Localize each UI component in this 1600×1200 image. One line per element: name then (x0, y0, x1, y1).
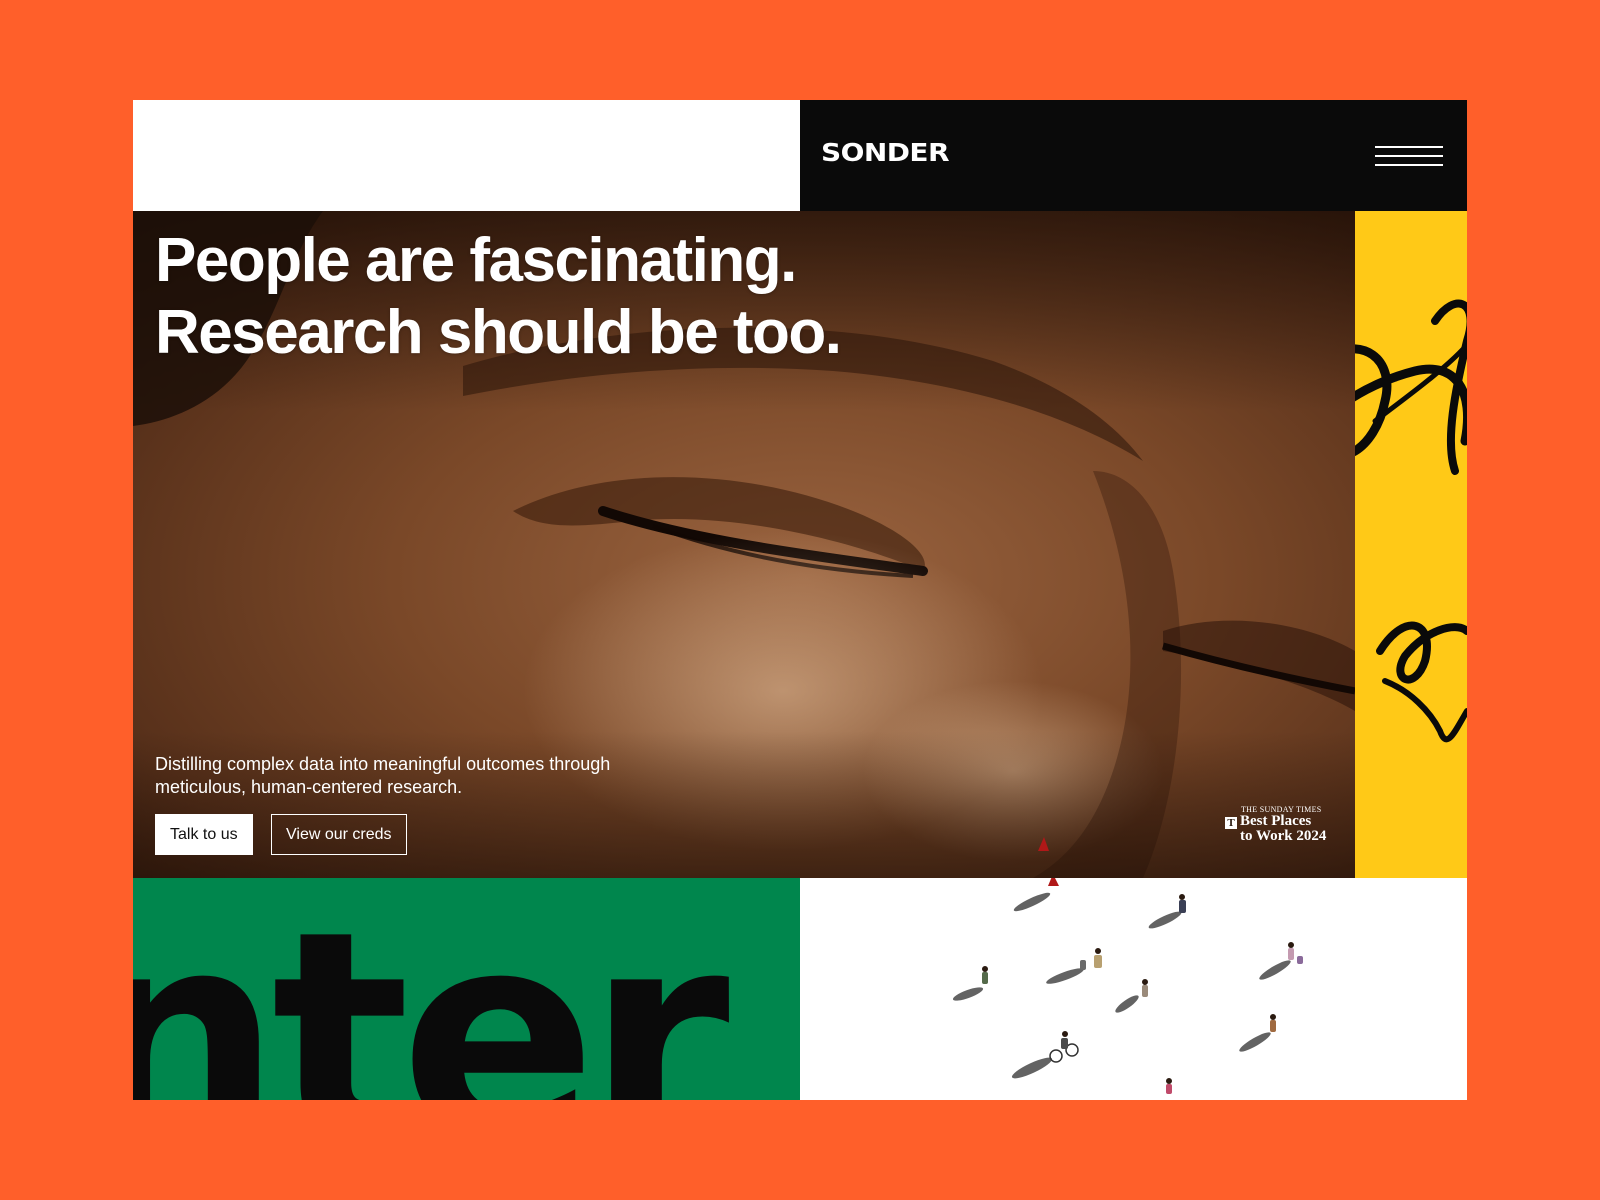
site-header: SONDER (800, 100, 1467, 211)
page-frame: SONDER People are fascinating. Research … (133, 100, 1467, 1100)
walking-people-graphic (952, 878, 1303, 1094)
sonder-logo[interactable]: SONDER (821, 138, 950, 167)
headline-line-2: Research should be too. (155, 298, 842, 367)
hero-headline: People are fascinating. Research should … (155, 225, 842, 369)
hero-subcopy: Distilling complex data into meaningful … (155, 754, 611, 797)
badge-row: T Best Places (1225, 814, 1326, 829)
times-t-icon: T (1225, 817, 1237, 829)
hamburger-menu-icon[interactable] (1375, 144, 1443, 168)
view-our-creds-button[interactable]: View our creds (271, 814, 407, 855)
menu-line (1375, 164, 1443, 166)
menu-line (1375, 155, 1443, 157)
people-aerial-illustration (800, 878, 1467, 1100)
badge-line-2: to Work 2024 (1240, 828, 1327, 844)
green-word-panel: nter (133, 878, 800, 1100)
best-places-to-work-badge: THE SUNDAY TIMES T Best Places to Work 2… (1225, 805, 1326, 844)
header-white-block (133, 100, 800, 211)
handwritten-script-graphic (1355, 299, 1467, 743)
badge-line-1: Best Places (1240, 813, 1312, 829)
large-word-graphic: nter (133, 878, 730, 1101)
yellow-script-panel (1355, 211, 1467, 878)
headline-line-1: People are fascinating. (155, 226, 797, 295)
menu-line (1375, 146, 1443, 148)
talk-to-us-button[interactable]: Talk to us (155, 814, 253, 855)
hero-section: People are fascinating. Research should … (133, 211, 1355, 878)
